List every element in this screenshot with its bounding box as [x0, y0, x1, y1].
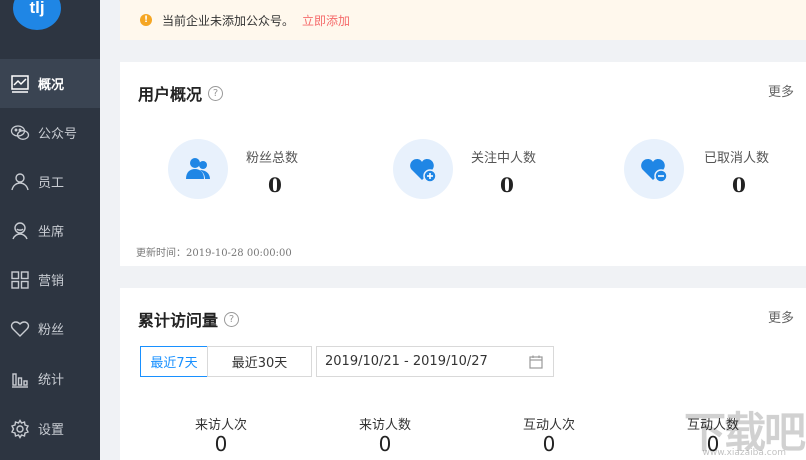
date-range-picker[interactable]: 2019/10/21 - 2019/10/27	[316, 346, 554, 377]
sidebar-item-label: 概况	[38, 78, 65, 93]
sidebar-item-settings[interactable]: 设置	[0, 404, 100, 453]
sidebar-item-seats[interactable]: 坐席	[0, 206, 100, 255]
stat-label-following: 关注中人数	[471, 151, 537, 166]
sidebar-item-label: 公众号	[38, 127, 78, 142]
stat-value-following: 0	[500, 173, 514, 197]
more-link[interactable]: 更多	[768, 307, 794, 326]
stat-value-total-fans: 0	[268, 173, 282, 197]
user-overview-title: 用户概况	[138, 85, 203, 104]
more-link[interactable]: 更多	[768, 81, 794, 100]
stat-value-unfollowed: 0	[732, 173, 746, 197]
sidebar-item-label: 设置	[38, 423, 65, 438]
metric-label-interactions: 互动人次	[522, 418, 575, 433]
sidebar-item-label: 统计	[38, 373, 65, 388]
sidebar-item-label: 员工	[38, 176, 65, 191]
notice-banner: ! 当前企业未添加公众号。 立即添加	[120, 0, 806, 40]
user-icon	[10, 172, 30, 192]
sidebar-item-label: 营销	[38, 274, 65, 289]
sidebar-item-label: 粉丝	[38, 323, 65, 338]
stat-label-unfollowed: 已取消人数	[704, 151, 770, 166]
logo[interactable]: tlj	[13, 0, 61, 30]
heart-minus-icon	[624, 139, 684, 199]
chart-icon	[10, 74, 30, 94]
heart-icon	[10, 319, 30, 339]
metric-label-visits: 来访人次	[194, 418, 247, 433]
logo-text: tlj	[29, 0, 45, 17]
help-icon[interactable]: ?	[224, 311, 240, 327]
sidebar-item-stats[interactable]: 统计	[0, 354, 100, 403]
calendar-icon	[529, 355, 543, 373]
user-overview-card: 用户概况 ? 更多 粉丝总数 0 关注中人数 0 已取消人数 0 更新时间：20…	[120, 62, 806, 266]
users-icon	[168, 139, 228, 199]
sidebar: tlj 概况 公众号 员工 坐席 营销 粉丝 统计 设置	[0, 0, 100, 460]
warning-icon: !	[140, 14, 152, 26]
heart-plus-icon	[393, 139, 453, 199]
notice-text: 当前企业未添加公众号。	[162, 13, 295, 28]
metric-value-visits: 0	[214, 432, 228, 456]
add-account-link[interactable]: 立即添加	[302, 12, 350, 29]
metric-value-visitors: 0	[378, 432, 392, 456]
sidebar-item-fans[interactable]: 粉丝	[0, 304, 100, 353]
sidebar-item-staff[interactable]: 员工	[0, 157, 100, 206]
card-title: 用户概况 ?	[138, 81, 224, 105]
gear-icon	[10, 418, 30, 439]
metric-value-interactions: 0	[542, 432, 556, 456]
update-time: 更新时间：2019-10-28 00:00:00	[136, 248, 292, 259]
visits-title: 累计访问量	[138, 311, 219, 330]
date-range-value: 2019/10/21 - 2019/10/27	[325, 354, 488, 369]
sidebar-item-wechat[interactable]: 公众号	[0, 108, 100, 157]
metric-label-visitors: 来访人数	[358, 418, 411, 433]
bar-chart-icon	[10, 369, 30, 389]
sidebar-item-marketing[interactable]: 营销	[0, 255, 100, 304]
stat-label-total-fans: 粉丝总数	[246, 151, 299, 166]
wechat-icon	[10, 123, 30, 143]
tab-last-7-days[interactable]: 最近7天	[140, 346, 208, 377]
help-icon[interactable]: ?	[208, 85, 224, 101]
sidebar-item-overview[interactable]: 概况	[0, 59, 100, 108]
headset-icon	[10, 221, 30, 241]
grid-icon	[10, 270, 30, 290]
tab-last-30-days[interactable]: 最近30天	[207, 346, 312, 377]
card-title: 累计访问量 ?	[138, 307, 240, 331]
sidebar-item-label: 坐席	[38, 225, 65, 240]
watermark-url: www.xiazaiba.com	[702, 448, 786, 458]
